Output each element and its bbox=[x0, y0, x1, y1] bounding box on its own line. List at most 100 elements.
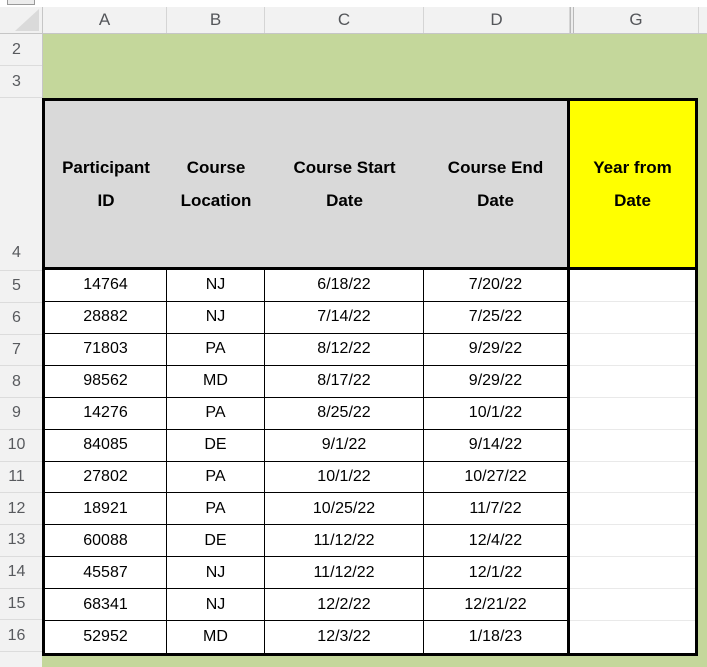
row-header-7[interactable]: 7 bbox=[0, 335, 42, 367]
cell-year-from-date[interactable] bbox=[570, 525, 695, 558]
row-header-5[interactable]: 5 bbox=[0, 271, 42, 303]
row-header-2[interactable]: 2 bbox=[0, 34, 42, 66]
row-header-16[interactable]: 16 bbox=[0, 620, 42, 652]
column-header-c[interactable]: C bbox=[265, 7, 424, 33]
cell-location[interactable]: DE bbox=[167, 525, 265, 558]
row-header-8[interactable]: 8 bbox=[0, 366, 42, 398]
cell-year-from-date[interactable] bbox=[570, 429, 695, 462]
cell-participant-id[interactable]: 18921 bbox=[45, 493, 167, 526]
cell-year-from-date[interactable] bbox=[570, 461, 695, 494]
cell-year-from-date[interactable] bbox=[570, 557, 695, 590]
green-filled-right-column[interactable] bbox=[698, 98, 707, 667]
column-header-next-sliver[interactable] bbox=[699, 7, 707, 33]
cell-start-date[interactable]: 8/12/22 bbox=[265, 333, 424, 366]
cell-location[interactable]: PA bbox=[167, 333, 265, 366]
row-header-9[interactable]: 9 bbox=[0, 398, 42, 430]
cell-location[interactable]: PA bbox=[167, 397, 265, 430]
cell-location[interactable]: NJ bbox=[167, 270, 265, 302]
cell-start-date[interactable]: 6/18/22 bbox=[265, 270, 424, 302]
row-header-6[interactable]: 6 bbox=[0, 303, 42, 335]
cell-start-date[interactable]: 10/1/22 bbox=[265, 461, 424, 494]
cell-participant-id[interactable]: 52952 bbox=[45, 621, 167, 654]
select-all-icon bbox=[15, 9, 39, 31]
course-table: Participant ID Course Location Course St… bbox=[42, 98, 698, 656]
table-row: 28882 NJ 7/14/22 7/25/22 bbox=[45, 301, 695, 334]
green-filled-rows-2-3[interactable] bbox=[43, 34, 707, 98]
cell-start-date[interactable]: 11/12/22 bbox=[265, 525, 424, 558]
cell-participant-id[interactable]: 60088 bbox=[45, 525, 167, 558]
cell-year-from-date[interactable] bbox=[570, 333, 695, 366]
row-header-11[interactable]: 11 bbox=[0, 462, 42, 494]
cell-start-date[interactable]: 7/14/22 bbox=[265, 301, 424, 334]
cell-location[interactable]: MD bbox=[167, 621, 265, 654]
excel-worksheet: A B C D G 2 3 4 5 6 7 8 9 10 11 12 13 14… bbox=[0, 0, 707, 667]
row-header-12[interactable]: 12 bbox=[0, 493, 42, 525]
row-header-15[interactable]: 15 bbox=[0, 589, 42, 621]
cell-participant-id[interactable]: 68341 bbox=[45, 589, 167, 622]
cell-location[interactable]: DE bbox=[167, 429, 265, 462]
table-row: 84085 DE 9/1/22 9/14/22 bbox=[45, 429, 695, 462]
column-header-b[interactable]: B bbox=[167, 7, 265, 33]
header-course-end-date[interactable]: Course End Date bbox=[424, 101, 570, 267]
header-year-from-date[interactable]: Year from Date bbox=[570, 101, 695, 267]
cell-end-date[interactable]: 10/1/22 bbox=[424, 397, 570, 430]
cell-participant-id[interactable]: 45587 bbox=[45, 557, 167, 590]
row-header-14[interactable]: 14 bbox=[0, 557, 42, 589]
cell-year-from-date[interactable] bbox=[570, 301, 695, 334]
cell-end-date[interactable]: 12/1/22 bbox=[424, 557, 570, 590]
cell-location[interactable]: NJ bbox=[167, 557, 265, 590]
cell-year-from-date[interactable] bbox=[570, 621, 695, 654]
cell-location[interactable]: PA bbox=[167, 461, 265, 494]
header-course-location[interactable]: Course Location bbox=[167, 101, 265, 267]
header-participant-id[interactable]: Participant ID bbox=[45, 101, 167, 267]
cell-participant-id[interactable]: 14764 bbox=[45, 270, 167, 302]
cell-start-date[interactable]: 11/12/22 bbox=[265, 557, 424, 590]
cell-end-date[interactable]: 11/7/22 bbox=[424, 493, 570, 526]
cell-location[interactable]: NJ bbox=[167, 301, 265, 334]
row-header-4[interactable]: 4 bbox=[0, 98, 42, 271]
cell-start-date[interactable]: 9/1/22 bbox=[265, 429, 424, 462]
cell-end-date[interactable]: 9/29/22 bbox=[424, 333, 570, 366]
cell-end-date[interactable]: 9/29/22 bbox=[424, 365, 570, 398]
cell-year-from-date[interactable] bbox=[570, 365, 695, 398]
cell-participant-id[interactable]: 98562 bbox=[45, 365, 167, 398]
cell-start-date[interactable]: 8/25/22 bbox=[265, 397, 424, 430]
cell-end-date[interactable]: 12/4/22 bbox=[424, 525, 570, 558]
cell-start-date[interactable]: 8/17/22 bbox=[265, 365, 424, 398]
row-header-13[interactable]: 13 bbox=[0, 525, 42, 557]
cell-year-from-date[interactable] bbox=[570, 589, 695, 622]
cell-end-date[interactable]: 10/27/22 bbox=[424, 461, 570, 494]
cell-location[interactable]: MD bbox=[167, 365, 265, 398]
column-header-d[interactable]: D bbox=[424, 7, 570, 33]
cell-participant-id[interactable]: 27802 bbox=[45, 461, 167, 494]
table-row: 52952 MD 12/3/22 1/18/23 bbox=[45, 621, 695, 654]
cell-year-from-date[interactable] bbox=[570, 270, 695, 302]
column-header-a[interactable]: A bbox=[43, 7, 167, 33]
cell-end-date[interactable]: 7/25/22 bbox=[424, 301, 570, 334]
cell-location[interactable]: PA bbox=[167, 493, 265, 526]
table-row: 45587 NJ 11/12/22 12/1/22 bbox=[45, 557, 695, 590]
cell-participant-id[interactable]: 14276 bbox=[45, 397, 167, 430]
cell-participant-id[interactable]: 71803 bbox=[45, 333, 167, 366]
cell-start-date[interactable]: 12/2/22 bbox=[265, 589, 424, 622]
cell-end-date[interactable]: 12/21/22 bbox=[424, 589, 570, 622]
column-header-strip: A B C D G bbox=[0, 7, 707, 34]
table-row: 71803 PA 8/12/22 9/29/22 bbox=[45, 333, 695, 366]
cell-location[interactable]: NJ bbox=[167, 589, 265, 622]
cell-end-date[interactable]: 1/18/23 bbox=[424, 621, 570, 654]
select-all-button[interactable] bbox=[0, 7, 43, 33]
cell-year-from-date[interactable] bbox=[570, 493, 695, 526]
row-header-10[interactable]: 10 bbox=[0, 430, 42, 462]
cell-year-from-date[interactable] bbox=[570, 397, 695, 430]
green-filled-bottom-row[interactable] bbox=[42, 656, 698, 667]
column-header-g[interactable]: G bbox=[574, 7, 699, 33]
cell-participant-id[interactable]: 84085 bbox=[45, 429, 167, 462]
cell-start-date[interactable]: 10/25/22 bbox=[265, 493, 424, 526]
cell-end-date[interactable]: 7/20/22 bbox=[424, 270, 570, 302]
row-header-3[interactable]: 3 bbox=[0, 66, 42, 98]
cell-end-date[interactable]: 9/14/22 bbox=[424, 429, 570, 462]
header-course-start-date[interactable]: Course Start Date bbox=[265, 101, 424, 267]
row-header-17[interactable] bbox=[0, 652, 42, 667]
cell-start-date[interactable]: 12/3/22 bbox=[265, 621, 424, 654]
cell-participant-id[interactable]: 28882 bbox=[45, 301, 167, 334]
